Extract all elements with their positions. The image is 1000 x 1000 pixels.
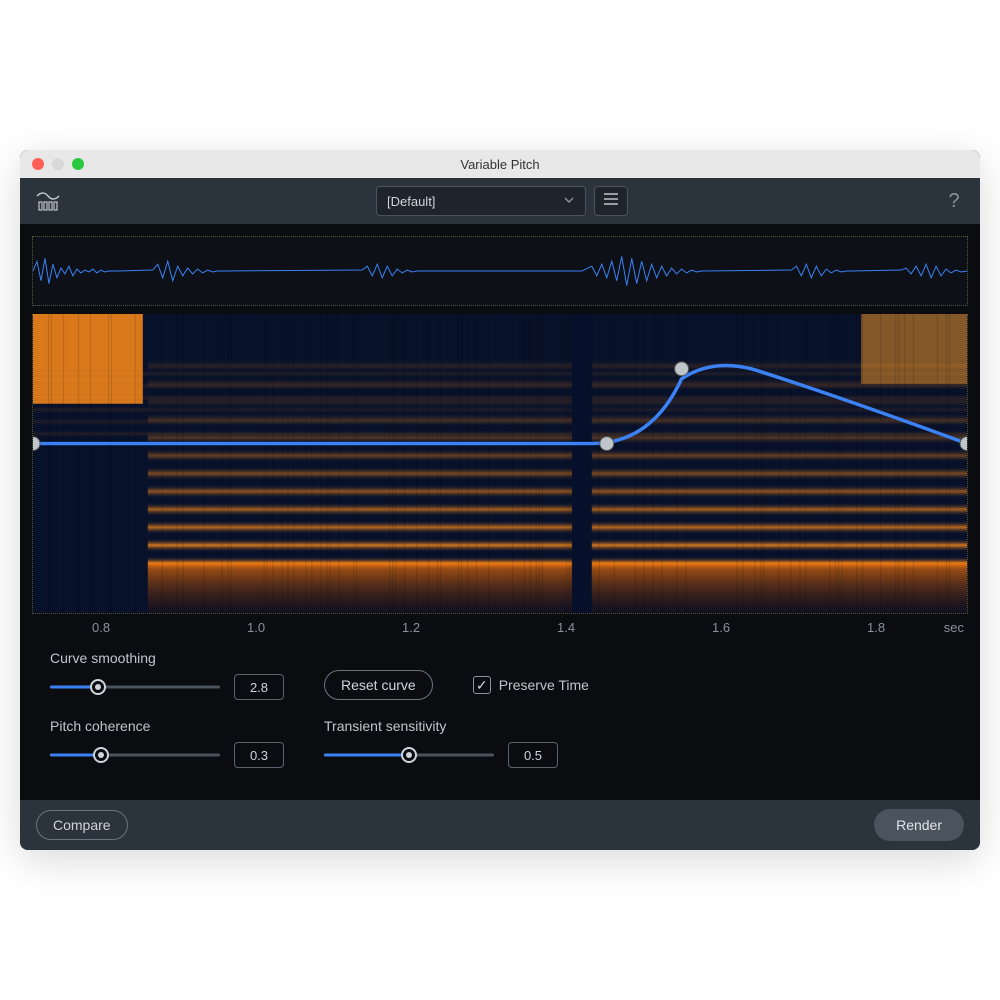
pitch-coherence-label: Pitch coherence <box>50 718 284 734</box>
preserve-time-label: Preserve Time <box>499 677 589 693</box>
chevron-down-icon <box>563 194 575 209</box>
transient-sensitivity-slider[interactable] <box>324 746 494 764</box>
spectrogram-display <box>33 314 967 613</box>
time-tick: 1.8 <box>867 620 885 635</box>
app-window: Variable Pitch [Default] <box>20 150 980 850</box>
preserve-time-group: ✓ Preserve Time <box>473 670 589 700</box>
preset-dropdown[interactable]: [Default] <box>376 186 586 216</box>
preset-menu-button[interactable] <box>594 186 628 216</box>
time-axis: 0.8 1.0 1.2 1.4 1.6 1.8 sec <box>32 614 968 640</box>
window-title: Variable Pitch <box>20 157 980 172</box>
compare-button[interactable]: Compare <box>36 810 128 840</box>
transient-sensitivity-label: Transient sensitivity <box>324 718 558 734</box>
curve-smoothing-group: Curve smoothing 2.8 <box>50 650 284 700</box>
checkmark-icon: ✓ <box>476 678 488 692</box>
pitch-coherence-value[interactable]: 0.3 <box>234 742 284 768</box>
reset-curve-button[interactable]: Reset curve <box>324 670 433 700</box>
footer: Compare Render <box>20 800 980 850</box>
minimize-window-button[interactable] <box>52 158 64 170</box>
waveform-display <box>33 237 967 305</box>
curve-smoothing-slider[interactable] <box>50 678 220 696</box>
traffic-lights <box>20 158 84 170</box>
curve-smoothing-value[interactable]: 2.8 <box>234 674 284 700</box>
hamburger-icon <box>603 192 619 211</box>
content-area: 0.8 1.0 1.2 1.4 1.6 1.8 sec Curve smooth… <box>20 224 980 800</box>
time-axis-unit: sec <box>944 620 964 635</box>
toolbar: [Default] ? <box>20 178 980 224</box>
module-curve-icon <box>34 187 62 215</box>
curve-smoothing-label: Curve smoothing <box>50 650 284 666</box>
spectrogram-panel[interactable] <box>32 314 968 614</box>
transient-sensitivity-group: Transient sensitivity 0.5 <box>324 718 558 768</box>
time-tick: 1.4 <box>557 620 575 635</box>
help-button[interactable]: ? <box>942 190 966 213</box>
time-tick: 1.0 <box>247 620 265 635</box>
waveform-panel[interactable] <box>32 236 968 306</box>
close-window-button[interactable] <box>32 158 44 170</box>
render-button[interactable]: Render <box>874 809 964 841</box>
pitch-coherence-group: Pitch coherence 0.3 <box>50 718 284 768</box>
preserve-time-checkbox[interactable]: ✓ <box>473 676 491 694</box>
preset-dropdown-value: [Default] <box>387 194 435 209</box>
transient-sensitivity-value[interactable]: 0.5 <box>508 742 558 768</box>
controls-panel: Curve smoothing 2.8 Reset curve ✓ <box>20 640 980 786</box>
time-tick: 1.2 <box>402 620 420 635</box>
pitch-coherence-slider[interactable] <box>50 746 220 764</box>
time-tick: 0.8 <box>92 620 110 635</box>
zoom-window-button[interactable] <box>72 158 84 170</box>
titlebar: Variable Pitch <box>20 150 980 178</box>
time-tick: 1.6 <box>712 620 730 635</box>
